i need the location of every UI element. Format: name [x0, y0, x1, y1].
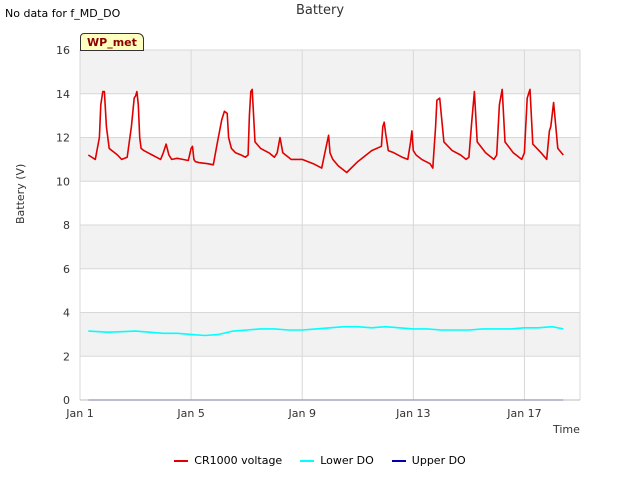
y-tick-label: 14: [56, 88, 70, 101]
y-tick-label: 16: [56, 44, 70, 57]
y-axis-ticks: 0 2 4 6 8 10 12 14 16: [56, 44, 70, 407]
y-tick-label: 4: [63, 307, 70, 320]
y-tick-label: 0: [63, 394, 70, 407]
legend-swatch-cr1000: [174, 459, 189, 462]
legend: CR1000 voltage Lower DO Upper DO: [0, 454, 640, 467]
x-axis-ticks: Jan 1 Jan 5 Jan 9 Jan 13 Jan 17: [65, 407, 541, 420]
x-axis-label: Time: [553, 423, 580, 436]
plot-bands: [80, 50, 580, 357]
legend-label-upper-do: Upper DO: [411, 454, 466, 467]
legend-label-lower-do: Lower DO: [320, 454, 374, 467]
plot-band: [80, 312, 580, 357]
x-tick-label: Jan 1: [65, 407, 93, 420]
legend-label-cr1000: CR1000 voltage: [194, 454, 283, 467]
site-badge: WP_met: [80, 33, 144, 51]
battery-chart: 0246810121416 Jan 1 Jan 5 Jan 9 Jan 13 Jan 1…: [56, 44, 581, 420]
plot-band: [80, 50, 580, 94]
y-tick-label: 2: [63, 350, 70, 363]
y-tick-label: 10: [56, 175, 70, 188]
x-tick-label: Jan 5: [176, 407, 204, 420]
legend-swatch-lower-do: [300, 459, 315, 462]
legend-swatch-upper-do: [391, 459, 406, 462]
plot-band: [80, 225, 580, 269]
x-tick-label: Jan 13: [395, 407, 430, 420]
legend-item-cr1000: CR1000 voltage: [174, 454, 282, 467]
y-tick-label: 12: [56, 132, 70, 145]
legend-item-upper-do: Upper DO: [391, 454, 466, 467]
chart-title: Battery: [295, 3, 345, 18]
y-axis-label: Battery (V): [14, 163, 27, 224]
legend-item-lower-do: Lower DO: [300, 454, 374, 467]
x-tick-label: Jan 9: [287, 407, 315, 420]
x-tick-label: Jan 17: [506, 407, 541, 420]
y-tick-label: 6: [63, 263, 70, 276]
y-tick-label: 8: [63, 219, 70, 232]
